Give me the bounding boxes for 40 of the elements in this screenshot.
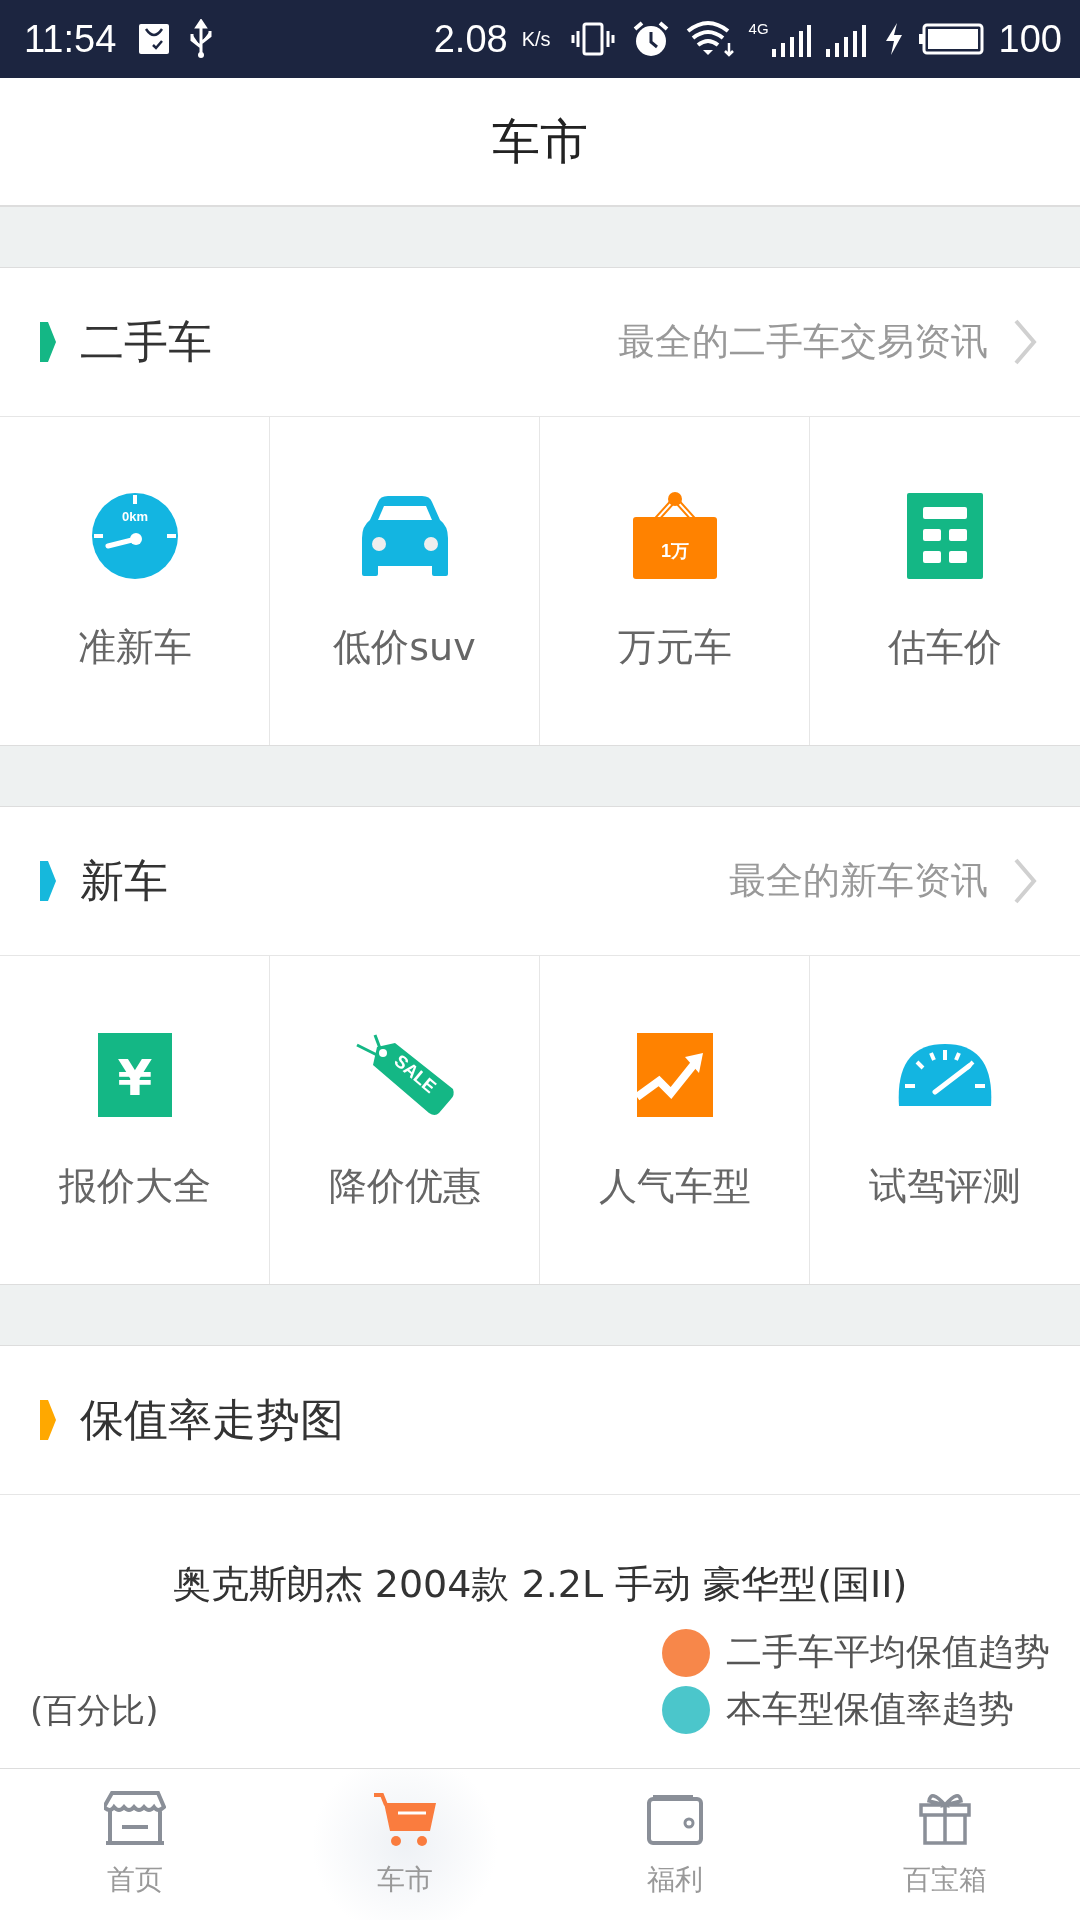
trend-up-icon [636, 1032, 713, 1117]
section-header[interactable]: 二手车 最全的二手车交易资讯 [0, 268, 1080, 417]
category-tile[interactable]: 0km 准新车 [0, 417, 270, 745]
section-title: 保值率走势图 [80, 1392, 344, 1447]
category-tile[interactable]: ¥ 报价大全 [0, 956, 270, 1284]
axis-label: (百分比) [30, 1689, 159, 1732]
legend-label: 二手车平均保值趋势 [726, 1630, 1050, 1674]
yen-icon: ¥ [97, 1032, 172, 1117]
category-tile[interactable]: 人气车型 [540, 956, 810, 1284]
category-label: 低价suv [333, 623, 476, 671]
speedometer-icon [897, 1041, 993, 1108]
category-label: 估车价 [888, 623, 1002, 671]
battery-level: 100 [998, 17, 1062, 61]
legend-label: 本车型保值率趋势 [726, 1687, 1014, 1731]
category-tile[interactable]: 1万 万元车 [540, 417, 810, 745]
chart-title: 奥克斯朗杰 2004款 2.2L 手动 豪华型(国II) [171, 1561, 909, 1608]
category-tile[interactable]: 估车价 [810, 417, 1080, 745]
section-title: 二手车 [80, 314, 212, 369]
category-label: 报价大全 [58, 1162, 211, 1210]
category-label: 准新车 [77, 623, 192, 671]
gauge-icon: 0km [89, 490, 180, 581]
wifi-icon [684, 19, 735, 59]
category-tile[interactable]: 试驾评测 [810, 956, 1080, 1284]
network-type: 4G [748, 20, 769, 37]
speed-unit: K/s [521, 27, 551, 51]
category-label: 降价优惠 [328, 1162, 481, 1210]
clock-time: 11:54 [24, 17, 117, 61]
network-speed: 2.08 [433, 17, 508, 61]
car-icon [359, 493, 450, 578]
section-title: 新车 [80, 853, 168, 908]
store-icon [104, 1790, 166, 1847]
battery-icon [918, 22, 985, 56]
category-label: 试驾评测 [869, 1162, 1021, 1210]
section-header[interactable]: 新车 最全的新车资讯 [0, 807, 1080, 956]
category-label: 万元车 [617, 623, 732, 671]
category-tile[interactable]: 低价suv [270, 417, 540, 745]
category-label: 人气车型 [598, 1162, 751, 1210]
page-title: 车市 [492, 111, 588, 171]
calculator-icon [907, 492, 983, 579]
cart-icon [372, 1790, 438, 1847]
